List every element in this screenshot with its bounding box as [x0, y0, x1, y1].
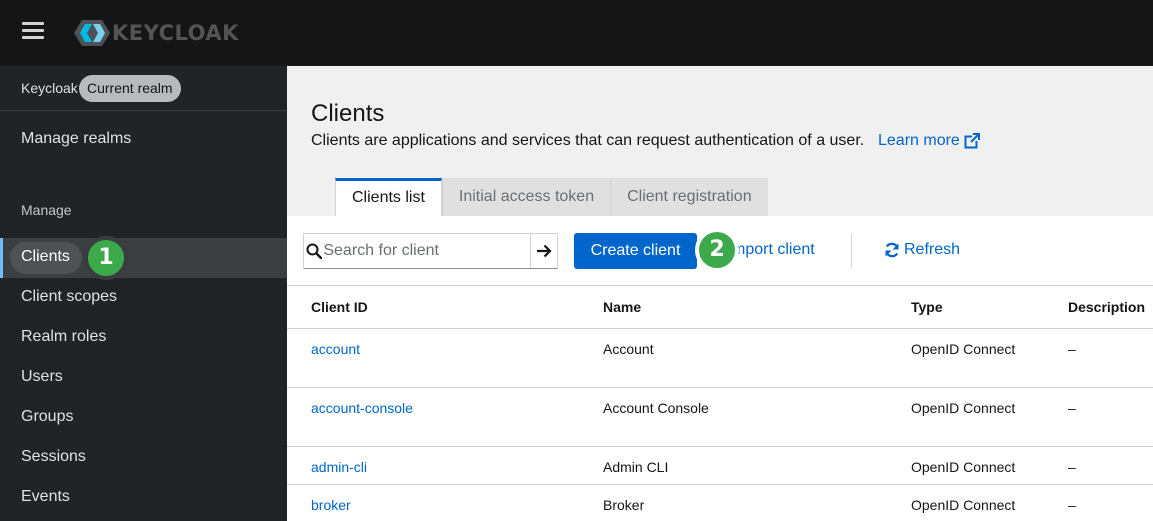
hamburger-menu-icon[interactable] — [22, 21, 44, 41]
client-id-link[interactable]: broker — [287, 484, 603, 521]
client-type: OpenID Connect — [911, 387, 1068, 447]
search-box — [303, 233, 558, 269]
sidebar-item-label: Clients — [21, 248, 70, 265]
keycloak-logo[interactable]: KEYCLOAK — [74, 18, 239, 48]
page-description: Clients are applications and services th… — [311, 132, 865, 149]
sidebar-item-realm-roles[interactable]: Realm roles — [0, 318, 287, 358]
client-name: Broker — [603, 484, 911, 521]
client-name: Admin CLI — [603, 446, 911, 485]
learn-more-label: Learn more — [878, 132, 960, 149]
client-name: Account — [603, 328, 911, 388]
learn-more-link[interactable]: Learn more — [878, 132, 980, 150]
tab-bar: Clients list Initial access token Client… — [335, 178, 768, 216]
refresh-icon — [885, 242, 899, 258]
sidebar-item-label: Events — [21, 488, 70, 505]
sidebar-item-label: Client scopes — [21, 288, 118, 305]
sidebar-item-label: Users — [21, 368, 63, 385]
tab-clients-list[interactable]: Clients list — [335, 178, 442, 216]
table-row: broker Broker OpenID Connect – — [287, 484, 1153, 521]
sidebar-item-groups[interactable]: Groups — [0, 398, 287, 438]
table-row: account Account OpenID Connect – — [287, 328, 1153, 388]
client-name: Account Console — [603, 387, 911, 447]
search-submit-button[interactable] — [530, 234, 557, 268]
column-header-type[interactable]: Type — [911, 286, 1068, 329]
arrow-right-icon — [537, 244, 552, 258]
column-header-client-id[interactable]: Client ID — [287, 286, 603, 329]
client-description: – — [1068, 387, 1153, 447]
client-id-link[interactable]: account-console — [287, 387, 603, 447]
create-client-button[interactable]: Create client — [574, 233, 697, 269]
client-type: OpenID Connect — [911, 484, 1068, 521]
tab-client-registration[interactable]: Client registration — [610, 178, 768, 216]
refresh-button[interactable]: Refresh — [884, 241, 960, 259]
client-id-link[interactable]: account — [287, 328, 603, 388]
client-type: OpenID Connect — [911, 446, 1068, 485]
sidebar-item-label: Realm roles — [21, 328, 107, 345]
table-row: admin-cli Admin CLI OpenID Connect – — [287, 446, 1153, 485]
search-icon — [304, 234, 323, 268]
sidebar-item-users[interactable]: Users — [0, 358, 287, 398]
column-header-name[interactable]: Name — [603, 286, 911, 329]
logo-text: KEYCLOAK — [112, 21, 239, 45]
page-header: Clients Clients are applications and ser… — [287, 66, 1153, 216]
column-header-description: Description — [1068, 286, 1153, 329]
main-content: Clients Clients are applications and ser… — [287, 66, 1153, 521]
sidebar-item-client-scopes[interactable]: Client scopes — [0, 278, 287, 318]
client-type: OpenID Connect — [911, 328, 1068, 388]
sidebar-item-clients[interactable]: Clients — [0, 238, 287, 278]
table-header-row: Client ID Name Type Description — [287, 286, 1153, 329]
sidebar: Keycloak Current realm Manage realms Man… — [0, 66, 287, 521]
table-row: account-console Account Console OpenID C… — [287, 387, 1153, 447]
external-link-icon — [964, 133, 980, 149]
client-description: – — [1068, 446, 1153, 485]
realm-name: Keycloak — [21, 80, 78, 96]
sidebar-item-label: Groups — [21, 408, 74, 425]
step-marker-2: 2 — [695, 228, 739, 272]
step-marker-1: 1 — [84, 236, 128, 280]
client-description: – — [1068, 328, 1153, 388]
sidebar-item-label: Sessions — [21, 448, 86, 465]
client-id-link[interactable]: admin-cli — [287, 446, 603, 485]
import-client-link[interactable]: mport client — [732, 241, 815, 259]
search-input[interactable] — [323, 234, 531, 268]
realm-selector[interactable]: Keycloak Current realm — [0, 66, 287, 111]
sidebar-section-manage: Manage — [21, 202, 72, 218]
masthead: KEYCLOAK — [0, 0, 1153, 66]
current-realm-badge: Current realm — [79, 75, 181, 102]
toolbar-divider — [851, 234, 852, 268]
tab-initial-access-token[interactable]: Initial access token — [441, 178, 611, 216]
clients-table: Client ID Name Type Description account … — [287, 286, 1153, 521]
client-description: – — [1068, 484, 1153, 521]
sidebar-item-sessions[interactable]: Sessions — [0, 438, 287, 478]
page-title: Clients — [311, 100, 385, 127]
refresh-label: Refresh — [904, 241, 961, 258]
sidebar-item-events[interactable]: Events — [0, 478, 287, 518]
manage-realms-link[interactable]: Manage realms — [21, 130, 131, 148]
keycloak-logo-icon — [74, 20, 110, 46]
